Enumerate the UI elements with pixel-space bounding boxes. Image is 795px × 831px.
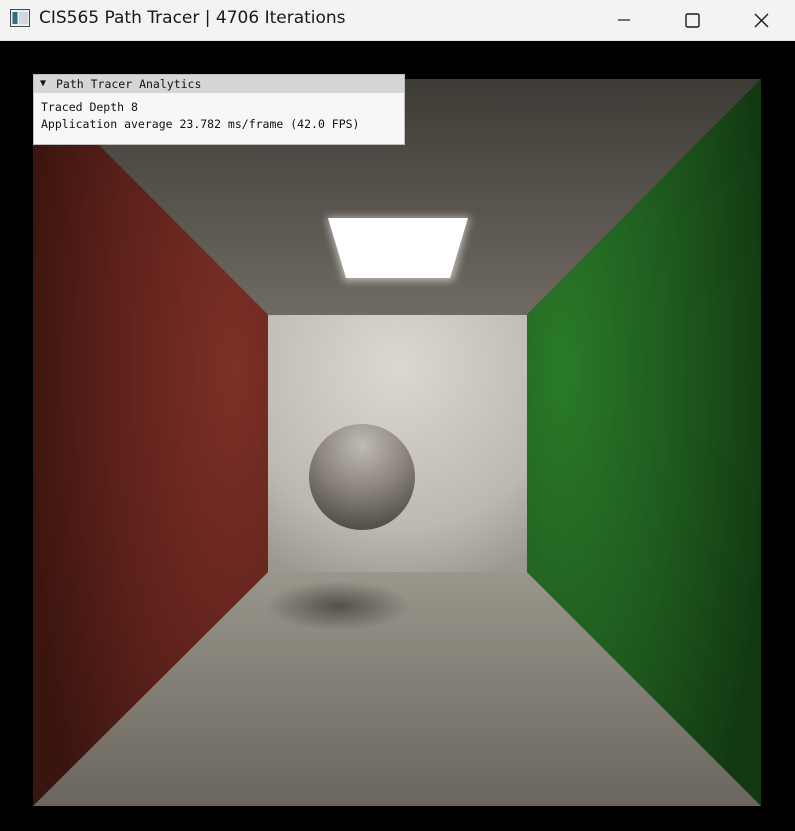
ceiling-light [328,218,468,278]
render-viewport[interactable] [0,41,795,831]
analytics-panel[interactable]: ▼ Path Tracer Analytics Traced Depth 8 A… [33,74,405,145]
window-title: CIS565 Path Tracer | 4706 Iterations [39,8,346,28]
sphere-shadow [266,581,410,631]
maximize-button[interactable] [658,0,726,40]
close-button[interactable] [727,0,795,40]
close-icon [754,13,768,27]
cornell-box-render [33,79,761,806]
sphere [309,424,415,530]
frame-time-text: Application average 23.782 ms/frame (42.… [41,117,360,131]
traced-depth-text: Traced Depth 8 [41,100,138,114]
minimize-icon [618,19,630,21]
analytics-panel-title: Path Tracer Analytics [56,77,202,91]
app-window: CIS565 Path Tracer | 4706 Iterations ▼ P… [0,0,795,831]
title-bar[interactable]: CIS565 Path Tracer | 4706 Iterations [0,0,795,41]
analytics-panel-header[interactable]: ▼ Path Tracer Analytics [34,75,404,93]
maximize-icon [684,12,700,28]
app-window-icon [10,9,30,27]
minimize-button[interactable] [590,0,658,40]
collapse-arrow-icon[interactable]: ▼ [40,75,52,93]
